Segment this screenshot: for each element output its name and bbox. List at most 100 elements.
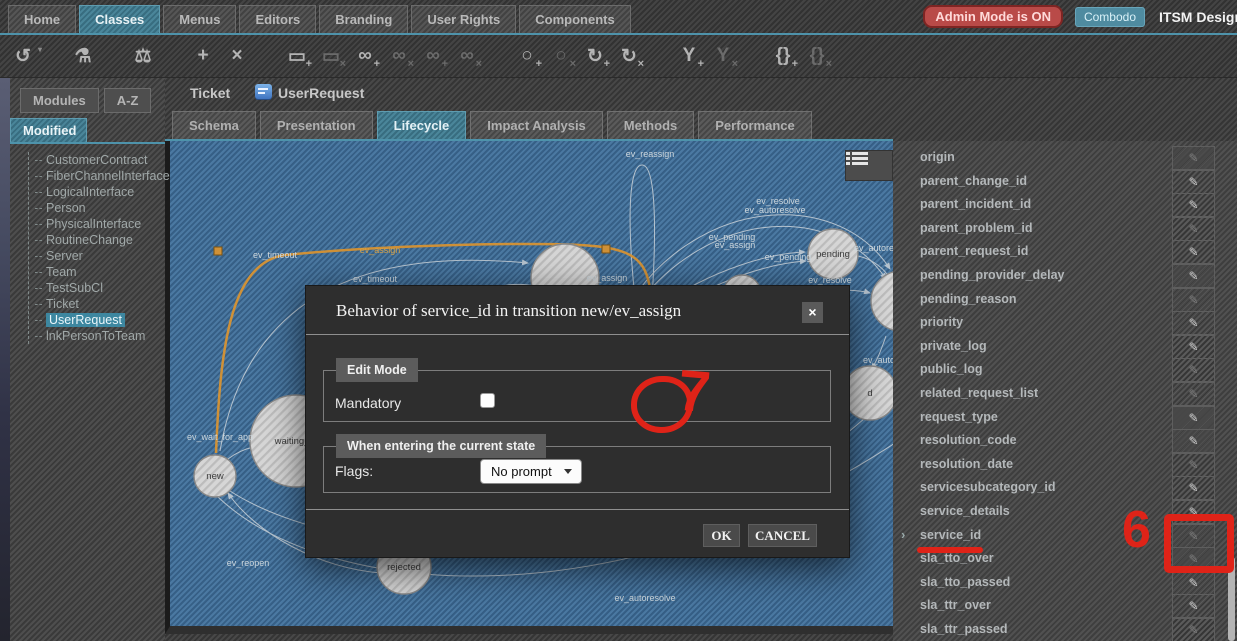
edit-field-button-related_request_list[interactable]: ✎ bbox=[1172, 382, 1215, 406]
edit-field-button-pending_reason[interactable]: ✎ bbox=[1172, 288, 1215, 312]
add-field-icon[interactable]: + bbox=[190, 41, 216, 71]
nav-tab-menus[interactable]: Menus bbox=[163, 5, 236, 33]
pencil-icon: ✎ bbox=[1188, 434, 1198, 448]
edit-field-button-sla_tto_over[interactable]: ✎ bbox=[1172, 547, 1215, 571]
nav-tab-classes[interactable]: Classes bbox=[79, 5, 160, 33]
sidebar-tab-az[interactable]: A-Z bbox=[104, 88, 152, 113]
edit-field-button-service_details[interactable]: ✎ bbox=[1172, 500, 1215, 524]
state-delete-icon[interactable]: ○× bbox=[548, 41, 574, 71]
close-icon[interactable]: × bbox=[802, 302, 823, 323]
edit-mode-fieldset: Edit Mode Mandatory bbox=[323, 370, 831, 422]
doc-tab-ticket[interactable]: Ticket bbox=[190, 85, 230, 101]
class-icon bbox=[255, 84, 272, 99]
nav-tab-user-rights[interactable]: User Rights bbox=[411, 5, 516, 33]
card-delete-icon[interactable]: ▭× bbox=[318, 41, 344, 71]
nav-tab-home[interactable]: Home bbox=[8, 5, 76, 33]
tab-methods[interactable]: Methods bbox=[607, 111, 694, 139]
field-row-related_request_list: related_request_list✎ bbox=[893, 382, 1237, 405]
combodo-badge[interactable]: Combodo bbox=[1075, 7, 1145, 27]
field-label: service_id bbox=[920, 528, 981, 542]
nav-tab-components[interactable]: Components bbox=[519, 5, 630, 33]
state-node[interactable] bbox=[871, 271, 893, 331]
transition-delete-icon[interactable]: ↻× bbox=[616, 41, 642, 71]
edit-field-button-parent_incident_id[interactable]: ✎ bbox=[1172, 193, 1215, 217]
edit-field-button-servicesubcategory_id[interactable]: ✎ bbox=[1172, 476, 1215, 500]
nav-tab-branding[interactable]: Branding bbox=[319, 5, 408, 33]
edge-handle[interactable] bbox=[602, 245, 610, 253]
class-item-customercontract[interactable]: CustomerContract bbox=[35, 152, 170, 168]
edit-field-button-request_type[interactable]: ✎ bbox=[1172, 406, 1215, 430]
class-item-server[interactable]: Server bbox=[35, 248, 170, 264]
field-row-priority: priority✎ bbox=[893, 311, 1237, 334]
class-item-lnkpersontoteam[interactable]: lnkPersonToTeam bbox=[35, 328, 170, 344]
tab-lifecycle[interactable]: Lifecycle bbox=[377, 111, 467, 139]
edit-field-button-sla_ttr_passed[interactable]: ✎ bbox=[1172, 618, 1215, 641]
edit-field-button-parent_problem_id[interactable]: ✎ bbox=[1172, 217, 1215, 241]
check-model-icon[interactable]: ⚗ bbox=[70, 41, 96, 71]
brackets-delete-icon[interactable]: {}× bbox=[804, 41, 830, 71]
class-item-userrequest[interactable]: UserRequest bbox=[35, 312, 170, 328]
field-label: sla_tto_passed bbox=[920, 575, 1010, 589]
card-add-icon[interactable]: ▭+ bbox=[284, 41, 310, 71]
expand-chevron-icon[interactable]: › bbox=[901, 527, 905, 542]
dialog-divider bbox=[306, 509, 849, 510]
cancel-button[interactable]: CANCEL bbox=[748, 524, 817, 547]
ok-button[interactable]: OK bbox=[703, 524, 740, 547]
edge-handle[interactable] bbox=[214, 247, 222, 255]
compare-icon[interactable]: ⚖ bbox=[130, 41, 156, 71]
class-item-ticket[interactable]: Ticket bbox=[35, 296, 170, 312]
edit-field-button-origin[interactable]: ✎ bbox=[1172, 146, 1215, 170]
tab-schema[interactable]: Schema bbox=[172, 111, 256, 139]
edit-field-button-pending_provider_delay[interactable]: ✎ bbox=[1172, 264, 1215, 288]
link-delete-icon[interactable]: ∞× bbox=[386, 41, 412, 71]
tab-presentation[interactable]: Presentation bbox=[260, 111, 373, 139]
state-add-icon[interactable]: ○+ bbox=[514, 41, 540, 71]
edit-field-button-priority[interactable]: ✎ bbox=[1172, 311, 1215, 335]
class-item-team[interactable]: Team bbox=[35, 264, 170, 280]
class-item-testsubcl[interactable]: TestSubCl bbox=[35, 280, 170, 296]
edit-field-button-parent_change_id[interactable]: ✎ bbox=[1172, 170, 1215, 194]
field-label: sla_ttr_passed bbox=[920, 622, 1008, 636]
edge-label-ev_assign: ev_assign bbox=[587, 273, 628, 283]
field-row-sla_ttr_passed: sla_ttr_passed ✎ bbox=[893, 618, 1237, 641]
field-label: parent_problem_id bbox=[920, 221, 1033, 235]
mandatory-checkbox[interactable] bbox=[480, 393, 495, 408]
class-item-logicalinterface[interactable]: LogicalInterface bbox=[35, 184, 170, 200]
doc-tab-userrequest[interactable]: UserRequest bbox=[278, 85, 364, 101]
edit-field-button-resolution_date[interactable]: ✎ bbox=[1172, 453, 1215, 477]
background-window-strip bbox=[0, 78, 10, 641]
dialog-divider bbox=[306, 334, 849, 335]
sidebar-tab-row: Modules A-Z bbox=[20, 88, 156, 113]
edit-field-button-resolution_code[interactable]: ✎ bbox=[1172, 429, 1215, 453]
transition-add-icon[interactable]: ↻+ bbox=[582, 41, 608, 71]
pencil-icon: ✎ bbox=[1188, 505, 1198, 519]
class-item-routinechange[interactable]: RoutineChange bbox=[35, 232, 170, 248]
class-item-physicalinterface[interactable]: PhysicalInterface bbox=[35, 216, 170, 232]
edit-field-button-service_id[interactable]: ✎ bbox=[1172, 524, 1215, 548]
nav-tab-editors[interactable]: Editors bbox=[239, 5, 316, 33]
graph-delete-icon[interactable]: Y× bbox=[710, 41, 736, 71]
brackets-add-icon[interactable]: {}+ bbox=[770, 41, 796, 71]
vertical-scrollbar[interactable] bbox=[1228, 557, 1235, 641]
edit-field-button-private_log[interactable]: ✎ bbox=[1172, 335, 1215, 359]
linkset-add-icon[interactable]: ∞+ bbox=[420, 41, 446, 71]
pencil-icon: ✎ bbox=[1188, 599, 1198, 613]
edit-field-button-public_log[interactable]: ✎ bbox=[1172, 358, 1215, 382]
delete-field-icon[interactable]: × bbox=[224, 41, 250, 71]
linkset-delete-icon[interactable]: ∞× bbox=[454, 41, 480, 71]
class-item-person[interactable]: Person bbox=[35, 200, 170, 216]
class-item-fiberchannelinterface[interactable]: FiberChannelInterface bbox=[35, 168, 170, 184]
diagram-list-button[interactable] bbox=[845, 150, 893, 181]
edit-field-button-parent_request_id[interactable]: ✎ bbox=[1172, 240, 1215, 264]
flags-select[interactable]: No prompt bbox=[480, 459, 582, 484]
link-add-icon[interactable]: ∞+ bbox=[352, 41, 378, 71]
field-row-sla_ttr_over: sla_ttr_over✎ bbox=[893, 594, 1237, 617]
sidebar-tab-modified[interactable]: Modified bbox=[10, 118, 87, 143]
sidebar-tab-modules[interactable]: Modules bbox=[20, 88, 99, 113]
undo-icon[interactable]: ↺▾ bbox=[10, 41, 36, 71]
tab-performance[interactable]: Performance bbox=[698, 111, 811, 139]
edit-field-button-sla_ttr_over[interactable]: ✎ bbox=[1172, 594, 1215, 618]
edit-field-button-sla_tto_passed[interactable]: ✎ bbox=[1172, 571, 1215, 595]
graph-add-icon[interactable]: Y+ bbox=[676, 41, 702, 71]
tab-impact-analysis[interactable]: Impact Analysis bbox=[470, 111, 603, 139]
